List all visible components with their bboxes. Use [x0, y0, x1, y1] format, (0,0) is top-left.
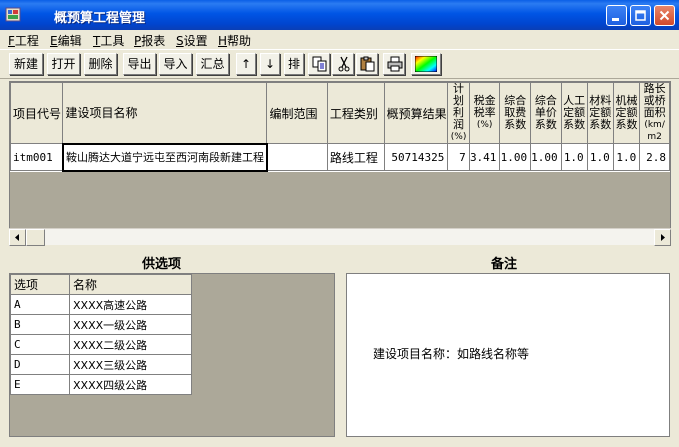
column-header[interactable]: 路长或桥面积 (km/m2	[639, 82, 670, 144]
menu-bar: F工程 E编辑 T工具 P报表 S设置 H帮助	[0, 30, 679, 49]
open-button[interactable]: 打开	[47, 53, 80, 75]
scroll-right-button[interactable]	[654, 229, 671, 246]
project-grid[interactable]: 项目代号 建设项目名称 编制范围 工程类别 概预算结果 计划利润 (%) 税金税率…	[9, 81, 671, 244]
print-button[interactable]	[383, 53, 405, 75]
cell-length[interactable]: 2.8	[639, 143, 670, 171]
scroll-left-button[interactable]	[9, 229, 26, 246]
printer-icon	[387, 56, 403, 72]
list-item[interactable]: A XXXX高速公路	[10, 294, 192, 315]
column-header: 名称	[69, 274, 192, 295]
option-key: D	[10, 354, 70, 375]
option-key: A	[10, 294, 70, 315]
menu-reports[interactable]: P报表	[134, 32, 165, 49]
move-up-button[interactable]: ↑	[236, 53, 256, 75]
column-header[interactable]: 机械定额系数	[612, 82, 641, 144]
option-name: XXXX高速公路	[69, 294, 192, 315]
menu-settings[interactable]: S设置	[176, 32, 208, 49]
column-header[interactable]: 税金税率 (%)	[468, 82, 501, 144]
title-bar[interactable]: 概预算工程管理	[0, 0, 679, 30]
column-header: 选项	[10, 274, 70, 295]
column-header[interactable]: 综合取费系数	[499, 82, 532, 144]
close-button[interactable]	[654, 5, 675, 26]
cell-profit[interactable]: 7	[447, 143, 470, 171]
export-button[interactable]: 导出	[123, 53, 156, 75]
table-row[interactable]: itm001 鞍山腾达大道宁远屯至西河南段新建工程 路线工程 50714325 …	[10, 142, 670, 172]
scissors-icon	[338, 56, 350, 72]
paste-button[interactable]	[356, 53, 378, 75]
summary-button[interactable]: 汇总	[196, 53, 229, 75]
option-key: C	[10, 334, 70, 355]
column-header[interactable]: 概预算结果	[383, 82, 449, 144]
new-button[interactable]: 新建	[9, 53, 43, 75]
option-name: XXXX四级公路	[69, 374, 192, 395]
cell-category[interactable]: 路线工程	[326, 143, 385, 171]
app-icon[interactable]	[5, 6, 23, 24]
window-title: 概预算工程管理	[54, 11, 146, 26]
cell-material-coef[interactable]: 1.0	[586, 143, 614, 171]
column-header[interactable]: 材料定额系数	[586, 82, 614, 144]
option-key: B	[10, 314, 70, 335]
paste-icon	[360, 56, 375, 72]
options-table: 选项 名称 A XXXX高速公路 B XXXX一级公路 C XXXX二级公路 D XXX…	[10, 274, 192, 395]
cell-scope[interactable]	[266, 143, 328, 171]
option-name: XXXX一级公路	[69, 314, 192, 335]
cell-code[interactable]: itm001	[10, 143, 64, 171]
options-title: 供选项	[142, 257, 182, 272]
minimize-icon	[612, 18, 619, 21]
table-header-row: 项目代号 建设项目名称 编制范围 工程类别 概预算结果 计划利润 (%) 税金税率…	[10, 82, 670, 144]
cell-result[interactable]: 50714325	[383, 143, 449, 171]
close-icon	[659, 10, 670, 21]
column-header[interactable]: 编制范围	[266, 82, 328, 144]
cell-labor-coef[interactable]: 1.0	[560, 143, 588, 171]
list-item[interactable]: D XXXX三级公路	[10, 354, 192, 375]
list-item[interactable]: C XXXX二级公路	[10, 334, 192, 355]
option-name: XXXX三级公路	[69, 354, 192, 375]
toolbar: 新建 打开 删除 导出 导入 汇总 ↑ ↓ 排	[0, 49, 679, 79]
import-button[interactable]: 导入	[159, 53, 192, 75]
menu-help[interactable]: H帮助	[218, 32, 251, 49]
minimize-button[interactable]	[606, 5, 627, 26]
delete-button[interactable]: 删除	[84, 53, 117, 75]
cell-fee-coef[interactable]: 1.00	[499, 143, 532, 171]
column-header[interactable]: 人工定额系数	[560, 82, 588, 144]
option-name: XXXX二级公路	[69, 334, 192, 355]
sort-button[interactable]: 排	[284, 53, 304, 75]
project-table: 项目代号 建设项目名称 编制范围 工程类别 概预算结果 计划利润 (%) 税金税率…	[10, 82, 670, 172]
copy-button[interactable]	[308, 53, 330, 75]
option-key: E	[10, 374, 70, 395]
maximize-button[interactable]	[630, 5, 651, 26]
cut-button[interactable]	[332, 53, 354, 75]
menu-tools[interactable]: T工具	[93, 32, 124, 49]
move-down-button[interactable]: ↓	[260, 53, 280, 75]
arrow-right-icon	[661, 234, 665, 241]
copy-icon	[312, 56, 327, 72]
cell-name[interactable]: 鞍山腾达大道宁远屯至西河南段新建工程	[61, 142, 268, 172]
color-palette-icon	[415, 56, 437, 72]
arrow-left-icon	[15, 234, 19, 241]
cell-tax[interactable]: 3.41	[468, 143, 501, 171]
cell-machine-coef[interactable]: 1.0	[612, 143, 641, 171]
column-header[interactable]: 计划利润 (%)	[447, 82, 470, 144]
list-item[interactable]: B XXXX一级公路	[10, 314, 192, 335]
options-header-row: 选项 名称	[10, 274, 192, 295]
notes-panel: 建设项目名称：如路线名称等	[346, 273, 670, 437]
column-header[interactable]: 建设项目名称	[62, 82, 268, 144]
menu-edit[interactable]: E编辑	[50, 32, 82, 49]
maximize-icon	[635, 10, 646, 21]
column-header[interactable]: 项目代号	[10, 82, 64, 144]
horizontal-scrollbar[interactable]	[9, 228, 671, 246]
column-header[interactable]: 综合单价系数	[530, 82, 562, 144]
scroll-thumb[interactable]	[26, 229, 45, 246]
color-button[interactable]	[411, 53, 441, 75]
options-panel: 选项 名称 A XXXX高速公路 B XXXX一级公路 C XXXX二级公路 D XXX…	[9, 273, 335, 437]
notes-title: 备注	[491, 257, 518, 272]
column-header[interactable]: 工程类别	[326, 82, 385, 144]
notes-text: 建设项目名称：如路线名称等	[373, 347, 530, 361]
list-item[interactable]: E XXXX四级公路	[10, 374, 192, 395]
menu-project[interactable]: F工程	[8, 32, 39, 49]
cell-unit-coef[interactable]: 1.00	[530, 143, 562, 171]
